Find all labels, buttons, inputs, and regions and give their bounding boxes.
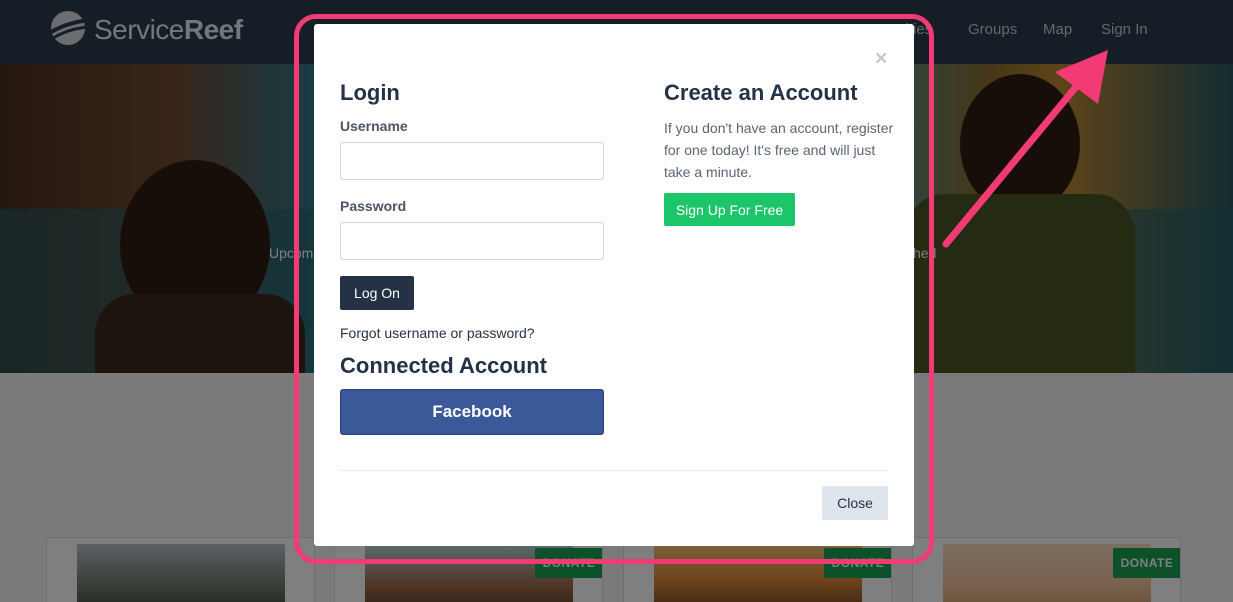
annotation-highlight-box bbox=[294, 14, 934, 564]
